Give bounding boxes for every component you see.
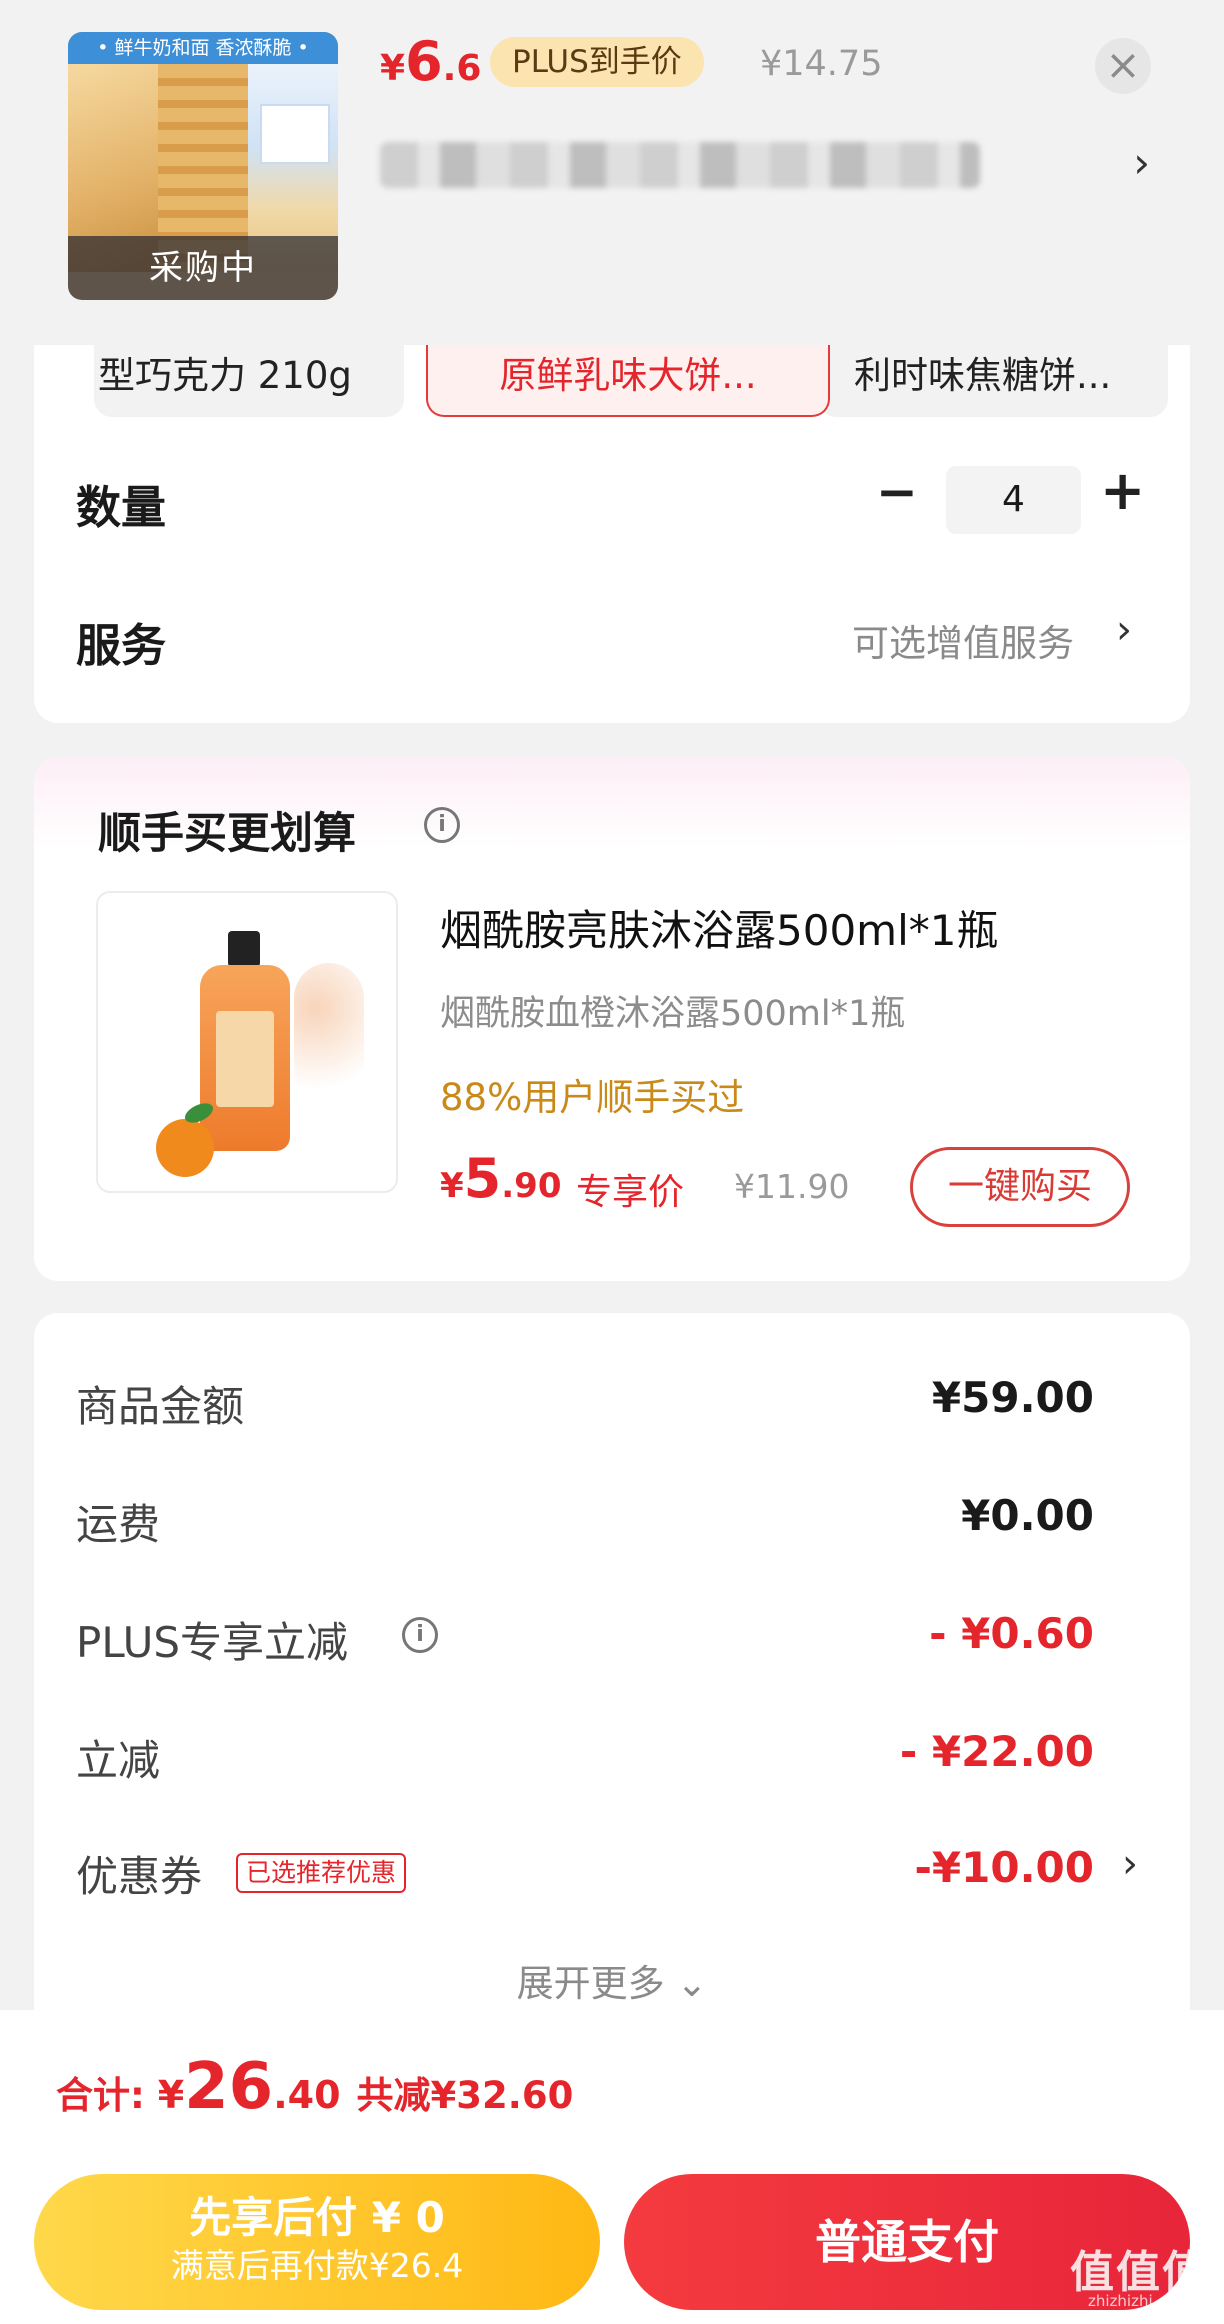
plus-price-badge: PLUS到手价 <box>490 37 704 87</box>
quantity-decrease-button[interactable]: − <box>876 463 918 521</box>
price-decimal: .6 <box>442 48 482 89</box>
quantity-increase-button[interactable]: + <box>1100 459 1145 522</box>
variant-chip[interactable]: 利时味焦糖饼... <box>818 345 1168 417</box>
splash-decoration <box>294 963 364 1113</box>
chevron-right-icon: › <box>1133 138 1150 187</box>
fee-label: 商品金额 <box>76 1382 245 1431</box>
one-click-buy-button[interactable]: 一键购买 <box>910 1147 1130 1227</box>
coupon-recommended-tag: 已选推荐优惠 <box>236 1853 407 1893</box>
fee-label: 运费 <box>76 1500 161 1549</box>
chevron-right-icon[interactable]: › <box>1116 607 1132 653</box>
watermark-logo: 值值值 <box>1070 2247 1208 2298</box>
quantity-label: 数量 <box>76 481 167 534</box>
product-price: ¥6.6 <box>380 30 481 93</box>
fee-value: - ¥0.60 <box>929 1609 1094 1658</box>
expand-more-button[interactable]: 展开更多 ⌄ <box>34 1953 1190 2007</box>
orange-fruit <box>156 1119 214 1177</box>
addon-price: ¥5.90 <box>440 1147 561 1210</box>
checkout-bar: 合计: ¥26.40 共减¥32.60 先享后付 ¥ 0 满意后再付款¥26.4 … <box>0 2010 1224 2324</box>
blurred-address <box>380 142 980 188</box>
addon-product-title[interactable]: 烟酰胺亮肤沐浴露500ml*1瓶 <box>440 897 998 958</box>
fee-value: ¥0.00 <box>961 1491 1094 1540</box>
fee-label: PLUS专享立减 <box>76 1618 349 1667</box>
exclusive-price-tag: 专享价 <box>576 1172 685 1213</box>
price-integer: 6 <box>405 30 443 93</box>
price-decimal: .40 <box>273 2073 341 2117</box>
pay-later-subtitle: 满意后再付款¥26.4 <box>170 2246 464 2285</box>
product-header: • 鲜牛奶和面 香浓酥脆 • 采购中 ¥6.6 PLUS到手价 ¥14.75 ×… <box>0 0 1224 345</box>
options-card: 型巧克力 210g 利时味焦糖饼... 原鲜乳味大饼... 数量 − 4 + 服… <box>34 345 1190 723</box>
price-decimal: .90 <box>501 1166 562 1206</box>
coupon-value[interactable]: -¥10.00 <box>914 1843 1094 1892</box>
product-thumbnail[interactable]: • 鲜牛奶和面 香浓酥脆 • 采购中 <box>68 32 338 300</box>
price-integer: 5 <box>463 1147 502 1210</box>
service-label: 服务 <box>76 619 167 672</box>
bottle-cap <box>228 931 260 967</box>
price-currency: ¥ <box>157 2073 185 2117</box>
fee-summary-card: 商品金额 ¥59.00 运费 ¥0.00 PLUS专享立减 i - ¥0.60 … <box>34 1313 1190 2033</box>
order-total: 合计: ¥26.40 共减¥32.60 <box>56 2050 573 2124</box>
total-saved: 共减¥32.60 <box>356 2074 574 2117</box>
price-currency: ¥ <box>440 1166 464 1206</box>
bottle-label <box>216 1011 274 1107</box>
total-label: 合计: <box>56 2074 158 2117</box>
variant-chip[interactable]: 型巧克力 210g <box>94 345 404 417</box>
price-currency: ¥ <box>380 48 406 89</box>
pay-later-title: 先享后付 ¥ 0 <box>189 2193 445 2242</box>
info-icon[interactable]: i <box>402 1617 438 1653</box>
chevron-right-icon[interactable]: › <box>1122 1841 1138 1887</box>
close-button[interactable]: × <box>1095 38 1151 94</box>
quantity-input[interactable]: 4 <box>946 466 1081 534</box>
variant-chip-selected[interactable]: 原鲜乳味大饼... <box>426 345 830 417</box>
watermark-url: zhizhizhi.com <box>1088 2292 1190 2310</box>
address-selector[interactable]: › <box>380 132 1160 202</box>
fee-label: 优惠券 <box>76 1852 203 1901</box>
service-selector[interactable]: 可选增值服务 <box>852 613 1074 667</box>
addon-original-price: ¥11.90 <box>734 1167 850 1206</box>
addon-title: 顺手买更划算 <box>98 809 356 859</box>
info-icon[interactable]: i <box>424 807 460 843</box>
addon-card: 顺手买更划算 i 烟酰胺亮肤沐浴露500ml*1瓶 烟酰胺血橙沐浴露500ml*… <box>34 757 1190 1281</box>
fee-value: ¥59.00 <box>931 1373 1094 1422</box>
price-integer: 26 <box>184 2050 274 2124</box>
original-price: ¥14.75 <box>760 44 883 84</box>
buying-status-overlay: 采购中 <box>68 236 338 300</box>
close-icon: × <box>1105 40 1141 89</box>
thumbnail-banner: • 鲜牛奶和面 香浓酥脆 • <box>68 32 338 64</box>
fee-value: - ¥22.00 <box>899 1727 1094 1776</box>
addon-buy-stat: 88%用户顺手买过 <box>440 1076 745 1119</box>
addon-product-image[interactable] <box>96 891 398 1193</box>
pay-later-button[interactable]: 先享后付 ¥ 0 满意后再付款¥26.4 <box>34 2174 600 2310</box>
addon-product-variant: 烟酰胺血橙沐浴露500ml*1瓶 <box>440 994 906 1034</box>
fee-label: 立减 <box>76 1736 161 1785</box>
